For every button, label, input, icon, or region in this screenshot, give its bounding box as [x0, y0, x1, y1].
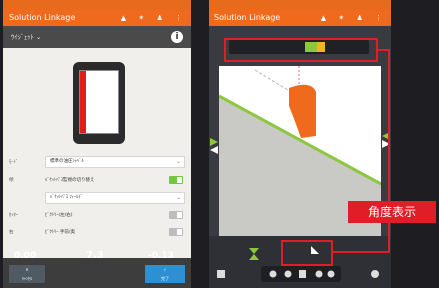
device-preview — [73, 62, 125, 144]
cancel-button[interactable]: ✕ ｷｬﾝｾﾙ — [9, 265, 45, 283]
readout-right: -0.13 — [148, 251, 174, 261]
done-button[interactable]: ✓ 完了 — [145, 265, 185, 283]
widget-dropdown[interactable]: ｳｲｼﾞｪｯﾄ ⌄ i — [3, 26, 191, 48]
left-rail — [209, 66, 219, 236]
status-bar — [3, 0, 191, 10]
settings-row-bucket-field: ﾊﾞｹｯﾄﾊﾟｽ ﾌｨｰﾙﾄﾞ ⌄ — [9, 192, 185, 204]
status-bar — [209, 0, 391, 10]
row-label: ｶｯﾀｰ — [9, 213, 18, 218]
app-bar: Solution Linkage ▲ ✶ ♟ ⋮ — [3, 10, 191, 26]
settings-row-right: 右 ﾋﾞｸﾄﾘｰ 手前/奥 — [9, 226, 185, 238]
close-icon: ✕ — [25, 267, 29, 272]
chevron-down-icon: ⌄ — [175, 194, 181, 201]
app-title: Solution Linkage — [9, 13, 76, 22]
bottom-action-bar: ✕ ｷｬﾝｾﾙ ✓ 完了 — [3, 258, 191, 288]
app-title: Solution Linkage — [214, 13, 281, 22]
check-icon: ✓ — [163, 267, 167, 272]
app-bar-icons[interactable]: ▲ ✶ ♟ ⋮ — [121, 10, 187, 26]
annotation-connector — [333, 251, 390, 253]
left-rail-indicator — [210, 138, 218, 154]
row-label: 右 — [9, 230, 14, 235]
app-bar: Solution Linkage ▲ ✶ ♟ ⋮ — [209, 10, 391, 26]
left-phone-screen: Solution Linkage ▲ ✶ ♟ ⋮ ｳｲｼﾞｪｯﾄ ⌄ i ﾓｰﾄ… — [3, 0, 191, 288]
chevron-down-icon: ⌄ — [175, 158, 181, 165]
bucket-field-select[interactable]: ﾊﾞｹｯﾄﾊﾟｽ ﾌｨｰﾙﾄﾞ ⌄ — [45, 192, 185, 204]
row-text: ﾊﾞｹｯﾄﾊﾟｽ監視の切り替え — [45, 178, 95, 183]
device-preview-screen — [79, 70, 119, 134]
row-text: ﾋﾞｸﾄﾘｰ 手前/奥 — [45, 230, 75, 235]
row-label: ﾓｰﾄﾞ — [9, 160, 18, 165]
cutter-toggle[interactable] — [169, 211, 183, 219]
annotation-box-top — [224, 38, 378, 62]
info-icon[interactable]: i — [171, 31, 183, 43]
right-toggle[interactable] — [169, 228, 183, 236]
row-label: 傾 — [9, 178, 14, 183]
widget-strip-highlight — [80, 71, 86, 133]
annotation-box-angle — [281, 240, 333, 266]
settings-row-bucket-path: 傾 ﾊﾞｹｯﾄﾊﾟｽ監視の切り替え — [9, 174, 185, 186]
app-bar-icons[interactable]: ▲ ✶ ♟ ⋮ — [321, 10, 387, 26]
annotation-label: 角度表示 — [348, 201, 436, 223]
widget-dropdown-label: ｳｲｼﾞｪｯﾄ ⌄ — [11, 33, 42, 41]
mode-select[interactable]: 標準の油圧ｼｬﾍﾞﾙ ⌄ — [45, 156, 185, 168]
screenshot-stage: Solution Linkage ▲ ✶ ♟ ⋮ ｳｲｼﾞｪｯﾄ ⌄ i ﾓｰﾄ… — [0, 0, 439, 288]
readout-left: 0.00 — [14, 251, 37, 261]
readout-angle: 7.3 — [86, 250, 104, 261]
bucket-path-toggle[interactable] — [169, 176, 183, 184]
row-text: ﾋﾞｸﾄﾘｰ(左/右) — [45, 213, 73, 218]
settings-row-cutter: ｶｯﾀｰ ﾋﾞｸﾄﾘｰ(左/右) — [9, 209, 185, 221]
settings-row-mode: ﾓｰﾄﾞ 標準の油圧ｼｬﾍﾞﾙ ⌄ — [9, 156, 185, 168]
